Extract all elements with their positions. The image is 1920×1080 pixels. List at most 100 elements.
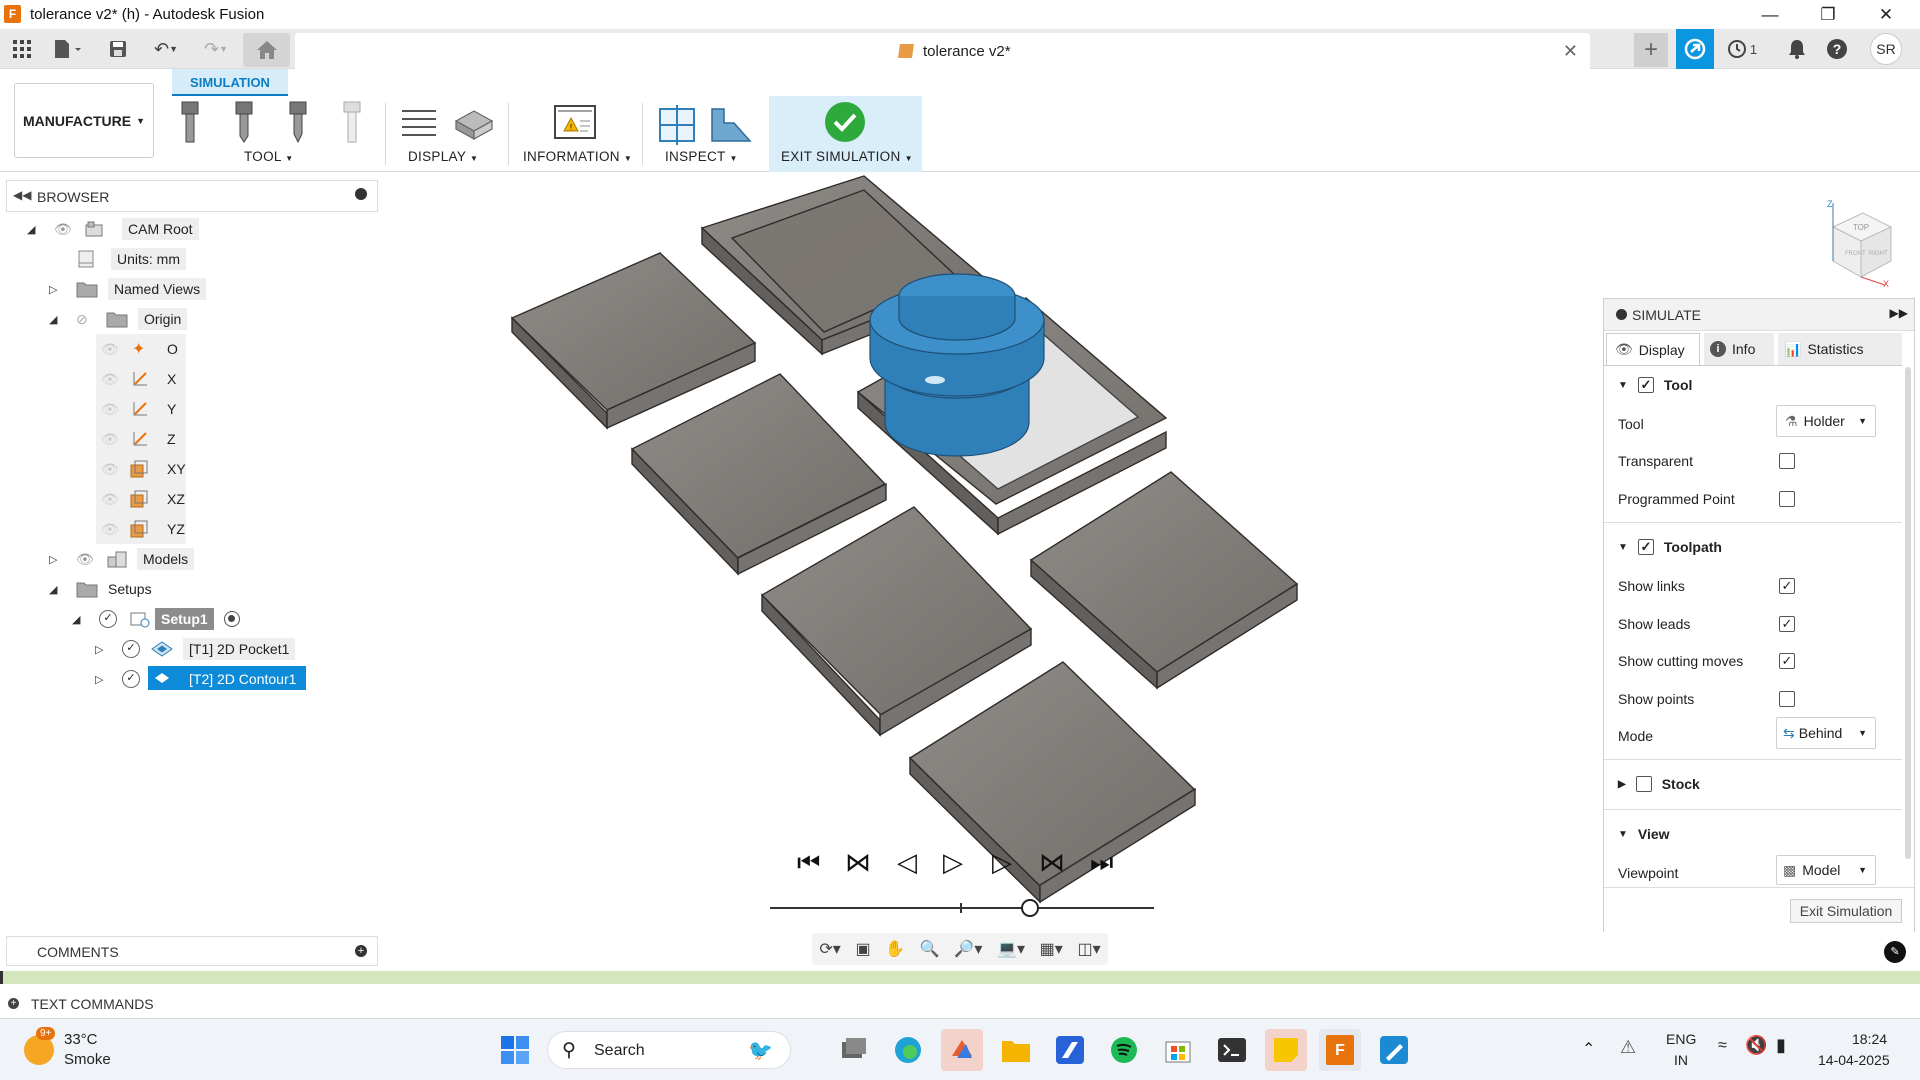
expanded-triangle-icon[interactable]: ◢: [72, 613, 80, 626]
home-icon[interactable]: [243, 33, 290, 67]
simulate-panel-header[interactable]: SIMULATE ▶▶: [1604, 299, 1914, 331]
view-cube[interactable]: TOP FRONT RIGHT Z X: [1813, 197, 1903, 287]
save-icon[interactable]: [106, 35, 130, 63]
checkmark-icon[interactable]: [825, 102, 865, 142]
tab-statistics[interactable]: 📊 Statistics: [1778, 333, 1902, 365]
collapsed-triangle-icon[interactable]: ▷: [95, 643, 103, 656]
panel-scrollbar[interactable]: [1905, 367, 1911, 859]
group-tool[interactable]: TOOL ▼: [244, 149, 294, 164]
file-menu-icon[interactable]: [48, 35, 88, 63]
go-to-start-icon[interactable]: ⏮: [797, 847, 820, 879]
show-links-checkbox[interactable]: ✓: [1779, 578, 1795, 594]
viewport-3d[interactable]: [380, 172, 1600, 912]
look-at-icon[interactable]: ▣: [855, 939, 870, 959]
eye-icon[interactable]: 👁: [101, 401, 119, 418]
workspace-switcher[interactable]: MANUFACTURE ▼: [14, 83, 154, 158]
next-operation-icon[interactable]: ⋈: [1039, 847, 1065, 878]
viewports-icon[interactable]: ◫▾: [1078, 939, 1101, 959]
exit-simulation-button[interactable]: Exit Simulation: [1790, 899, 1902, 923]
job-status-icon[interactable]: 1: [1722, 35, 1762, 63]
section-stock[interactable]: ▶ Stock: [1618, 776, 1700, 792]
expanded-triangle-icon[interactable]: ◢: [49, 313, 57, 326]
eye-icon[interactable]: 👁: [54, 221, 72, 238]
redo-icon[interactable]: ↷ ▼: [196, 35, 236, 63]
clock-time[interactable]: 18:24: [1852, 1031, 1887, 1047]
section-tool[interactable]: ▼ ✓ Tool: [1618, 377, 1692, 393]
tool-icons[interactable]: [176, 100, 376, 146]
network-offline-icon[interactable]: ⚠: [1620, 1037, 1636, 1058]
show-cutting-moves-checkbox[interactable]: ✓: [1779, 653, 1795, 669]
close-window-button[interactable]: ✕: [1858, 0, 1914, 29]
comments-header[interactable]: COMMENTS +: [6, 936, 378, 966]
autodesk-app-icon[interactable]: [1049, 1029, 1091, 1071]
viewpoint-dropdown[interactable]: ▩ Model ▼: [1776, 855, 1876, 885]
pan-icon[interactable]: ✋: [885, 939, 905, 959]
collapsed-triangle-icon[interactable]: ▷: [49, 283, 57, 296]
zoom-window-icon[interactable]: 🔎▾: [954, 939, 982, 959]
microsoft-store-icon[interactable]: [1157, 1029, 1199, 1071]
wifi-icon[interactable]: ≈: [1718, 1037, 1727, 1055]
eye-icon[interactable]: 👁: [76, 551, 94, 568]
tool-display-dropdown[interactable]: ⚗ Holder ▼: [1776, 405, 1876, 437]
collapsed-triangle-icon[interactable]: ▷: [49, 553, 57, 566]
new-tab-button[interactable]: +: [1634, 33, 1668, 67]
sticky-notes-icon[interactable]: [1265, 1029, 1307, 1071]
spotify-icon[interactable]: [1103, 1029, 1145, 1071]
weather-widget[interactable]: 9+ 33°C Smoke: [20, 1027, 160, 1073]
volume-muted-icon[interactable]: 🔇: [1745, 1035, 1767, 1056]
eye-icon[interactable]: 👁: [101, 461, 119, 478]
active-setup-radio[interactable]: [224, 611, 240, 627]
go-to-end-icon[interactable]: ⏭: [1090, 847, 1113, 879]
group-display[interactable]: DISPLAY ▼: [408, 149, 478, 164]
fusion-taskbar-icon[interactable]: F: [1319, 1029, 1361, 1071]
previous-operation-icon[interactable]: ⋈: [845, 847, 871, 878]
step-back-icon[interactable]: ◁: [897, 847, 917, 878]
battery-icon[interactable]: ▮: [1776, 1035, 1786, 1056]
eye-icon[interactable]: 👁: [101, 341, 119, 358]
expand-panel-icon[interactable]: ▶▶: [1890, 306, 1908, 320]
notifications-bell-icon[interactable]: [1782, 35, 1812, 63]
tab-display[interactable]: 👁 Display: [1606, 333, 1700, 365]
tool-section-checkbox[interactable]: ✓: [1637, 377, 1654, 393]
eye-icon[interactable]: 👁: [101, 431, 119, 448]
undo-icon[interactable]: ↶ ▼: [146, 35, 186, 63]
document-tab[interactable]: tolerance v2* ✕: [295, 33, 1590, 69]
eye-icon[interactable]: 👁: [101, 371, 119, 388]
maximize-button[interactable]: ❐: [1800, 0, 1856, 29]
close-tab-icon[interactable]: ✕: [1563, 41, 1578, 62]
expanded-triangle-icon[interactable]: ◢: [49, 583, 57, 596]
step-forward-icon[interactable]: ▷: [992, 847, 1012, 878]
user-avatar[interactable]: SR: [1870, 33, 1902, 65]
language-indicator[interactable]: ENG: [1666, 1031, 1696, 1047]
section-view[interactable]: ▼ View: [1618, 826, 1670, 842]
app-grid-icon[interactable]: [8, 35, 36, 63]
minimize-panel-icon[interactable]: [355, 188, 367, 200]
mode-dropdown[interactable]: ⇆ Behind ▼: [1776, 717, 1876, 749]
show-leads-checkbox[interactable]: ✓: [1779, 616, 1795, 632]
collapse-left-icon[interactable]: ◀◀: [13, 188, 31, 202]
expand-text-commands-icon[interactable]: +: [8, 998, 19, 1009]
hidden-eye-icon[interactable]: ⊘: [76, 311, 88, 328]
show-hidden-icons-chevron[interactable]: ⌃: [1582, 1039, 1595, 1059]
expanded-triangle-icon[interactable]: ◢: [27, 223, 35, 236]
text-commands-bar[interactable]: + TEXT COMMANDS: [0, 988, 1920, 1018]
feedback-icon[interactable]: ✎: [1884, 941, 1906, 963]
transparent-checkbox[interactable]: [1779, 453, 1795, 469]
terminal-icon[interactable]: [1211, 1029, 1253, 1071]
edge-browser-icon[interactable]: [887, 1029, 929, 1071]
playback-timeline[interactable]: [770, 899, 1154, 917]
file-explorer-icon[interactable]: [995, 1029, 1037, 1071]
paint-app-icon[interactable]: [1373, 1029, 1415, 1071]
stock-section-checkbox[interactable]: [1635, 776, 1652, 792]
taskbar-search-box[interactable]: ⚲ Search 🐦: [547, 1031, 791, 1069]
help-icon[interactable]: ?: [1822, 35, 1852, 63]
data-panel-icon[interactable]: [1676, 29, 1714, 69]
task-view-icon[interactable]: [833, 1029, 875, 1071]
eye-icon[interactable]: 👁: [101, 521, 119, 538]
browser-header[interactable]: ◀◀ BROWSER: [6, 180, 378, 212]
minimize-button[interactable]: —: [1742, 0, 1798, 29]
group-inspect[interactable]: INSPECT ▼: [665, 149, 738, 164]
group-exit-simulation[interactable]: EXIT SIMULATION ▼: [781, 149, 913, 164]
add-comment-icon[interactable]: +: [355, 945, 367, 957]
play-icon[interactable]: ▷: [943, 847, 963, 878]
